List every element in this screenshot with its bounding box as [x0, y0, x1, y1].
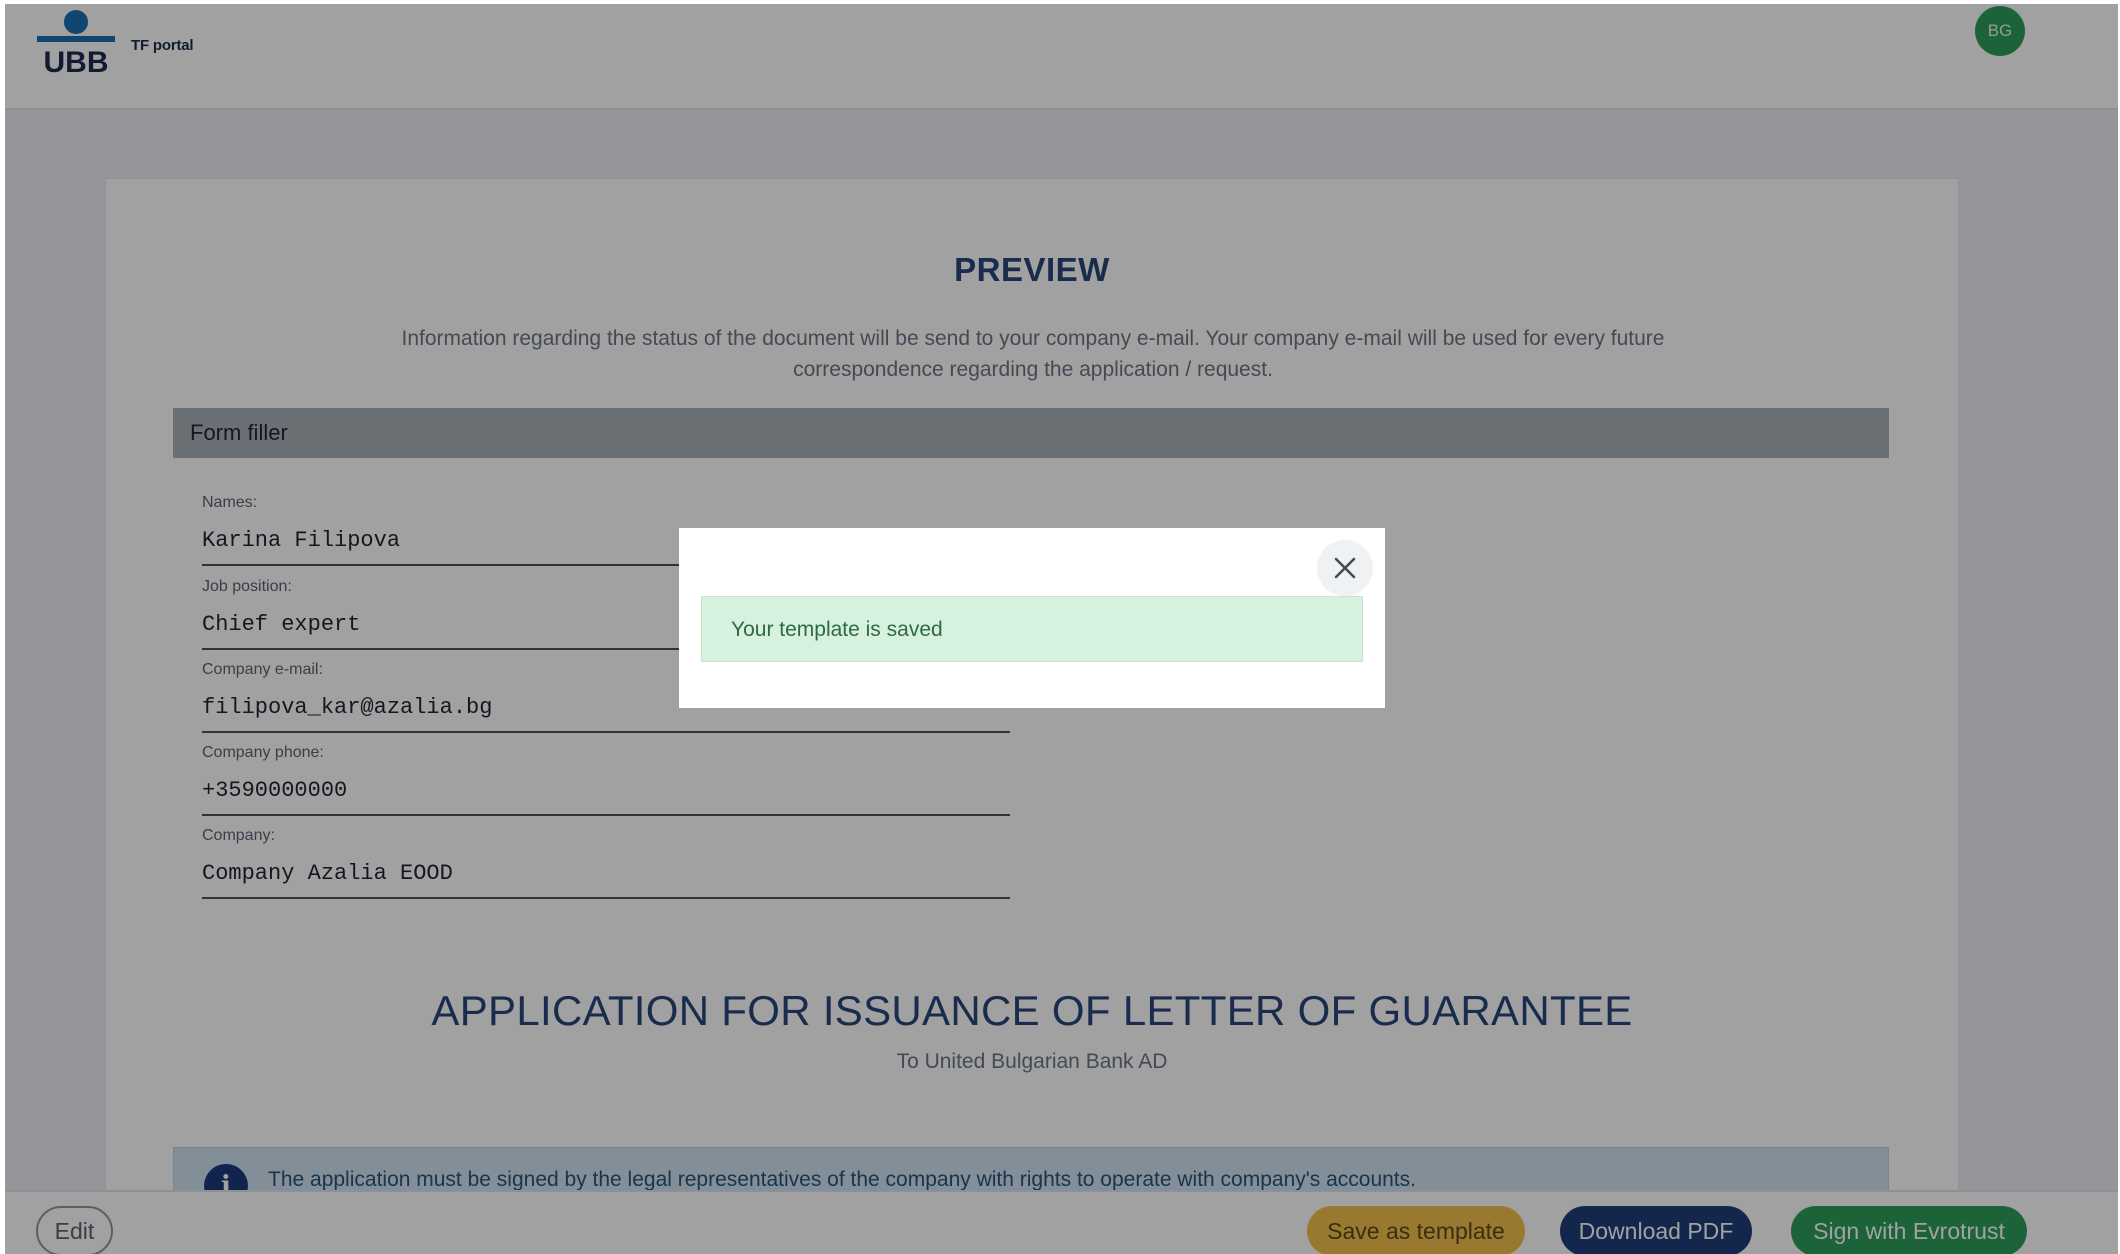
- close-icon: [1334, 557, 1356, 579]
- template-saved-modal: Your template is saved: [679, 528, 1385, 708]
- app-window: UBB TF portal BG PREVIEW Information reg…: [5, 4, 2118, 1254]
- close-button[interactable]: [1317, 540, 1373, 596]
- success-message-text: Your template is saved: [731, 618, 943, 641]
- success-message: Your template is saved: [701, 596, 1363, 662]
